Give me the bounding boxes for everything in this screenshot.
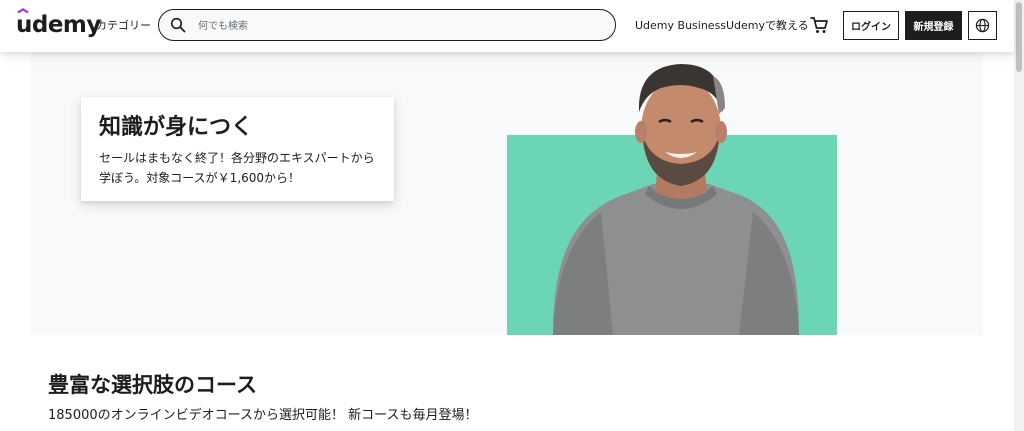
hero-text: セールはまもなく終了！各分野のエキスパートから学ぼう。対象コースが￥1,600か… — [99, 151, 375, 185]
search-bar[interactable] — [158, 9, 616, 41]
search-input[interactable] — [196, 15, 600, 37]
hero-title: 知識が身につく — [99, 114, 254, 140]
page-scrollbar[interactable] — [1014, 0, 1024, 431]
teach-on-udemy-link[interactable]: Udemyで教える — [726, 19, 809, 33]
udemy-logo[interactable]: udemy — [16, 8, 101, 39]
section-title: 豊富な選択肢のコース — [48, 372, 257, 397]
hero-person-image — [553, 64, 799, 335]
scrollbar-thumb[interactable] — [1016, 2, 1022, 72]
login-button[interactable]: ログイン — [843, 11, 899, 40]
globe-icon — [975, 18, 990, 33]
logo-text: udemy — [16, 12, 101, 38]
cart-icon[interactable] — [809, 15, 829, 35]
udemy-hat-icon — [17, 8, 29, 14]
language-button[interactable] — [968, 11, 997, 40]
udemy-business-link[interactable]: Udemy Business — [635, 19, 726, 33]
top-header: udemy カテゴリー Udemy Business Udemyで教える ログイ… — [0, 0, 1014, 52]
categories-link[interactable]: カテゴリー — [96, 19, 151, 33]
section-subtitle: 185000のオンラインビデオコースから選択可能！ 新コースも毎月登場！ — [48, 408, 478, 423]
hero-banner: 知識が身につく セールはまもなく終了！各分野のエキスパートから学ぼう。対象コース… — [31, 52, 983, 335]
signup-button[interactable]: 新規登録 — [905, 11, 962, 40]
search-icon[interactable] — [170, 17, 186, 33]
hero-card: 知識が身につく セールはまもなく終了！各分野のエキスパートから学ぼう。対象コース… — [81, 97, 394, 201]
